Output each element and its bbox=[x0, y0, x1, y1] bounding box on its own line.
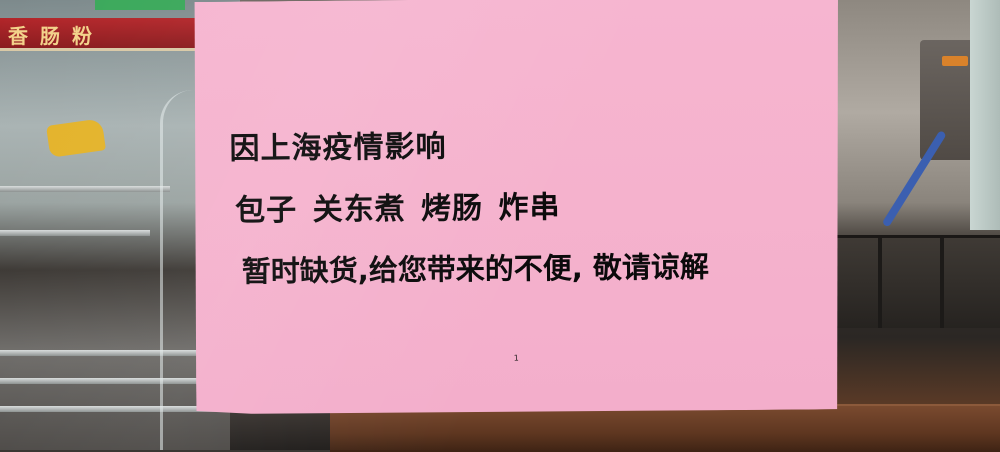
side-panel bbox=[970, 0, 1000, 230]
display-shelf bbox=[0, 350, 230, 356]
notice-sheet: 因上海疫情影响 包子 关东煮 烤肠 炸串 暂时缺货,给您带来的不便, 敬请谅解 … bbox=[192, 0, 842, 416]
blue-pole bbox=[881, 130, 947, 228]
display-shelf bbox=[0, 230, 150, 236]
display-shelf bbox=[0, 406, 230, 412]
display-shelf bbox=[0, 186, 170, 192]
food-tray-frame bbox=[820, 235, 1000, 328]
kitchen-area-right bbox=[820, 0, 1000, 450]
shop-banner: 香肠粉 bbox=[0, 18, 195, 51]
curved-glass-edge bbox=[160, 90, 193, 450]
notice-line-reason: 因上海疫情影响 bbox=[229, 129, 447, 167]
yellow-cloth bbox=[46, 118, 106, 158]
shop-banner-text: 香肠粉 bbox=[8, 24, 104, 48]
counter-base bbox=[230, 408, 340, 450]
notice-line-apology: 暂时缺货,给您带来的不便, 敬请谅解 bbox=[241, 249, 710, 289]
display-shelf bbox=[0, 378, 230, 384]
green-shelf-edge bbox=[95, 0, 185, 10]
page-number: 1 bbox=[513, 353, 519, 363]
notice-line-items: 包子 关东煮 烤肠 炸串 bbox=[235, 190, 561, 229]
